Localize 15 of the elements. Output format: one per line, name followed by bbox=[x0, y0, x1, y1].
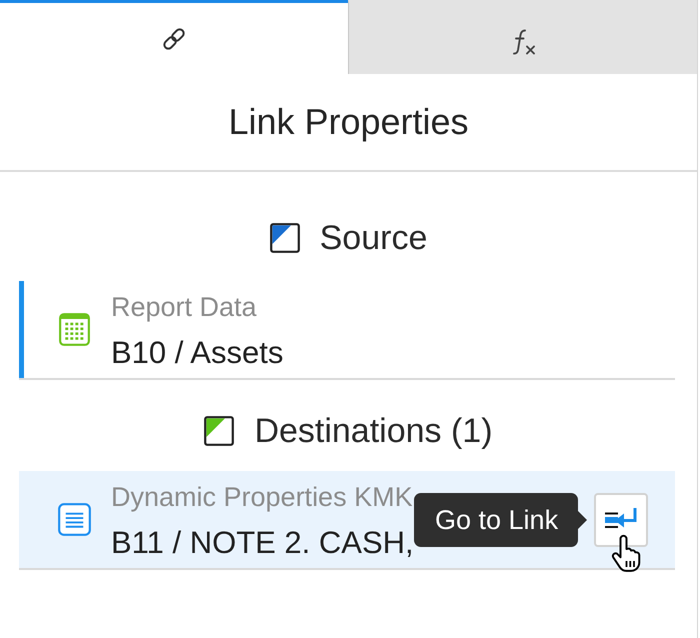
link-row[interactable]: Report Data B10 / Assets bbox=[19, 281, 675, 380]
panel-title: Link Properties bbox=[228, 101, 469, 143]
go-to-link-button[interactable] bbox=[594, 492, 648, 546]
sheet-name: Report Data bbox=[111, 291, 257, 323]
spreadsheet-icon bbox=[58, 313, 91, 346]
section-heading: Destinations (1) bbox=[254, 411, 493, 451]
tooltip: Go to Link bbox=[414, 493, 588, 547]
sheet-name: Dynamic Properties KMK bbox=[111, 481, 413, 513]
link-row[interactable]: Dynamic Properties KMK B11 / NOTE 2. CASH, Go to Link bbox=[19, 471, 675, 570]
document-icon bbox=[58, 503, 91, 536]
cell-reference: B11 / NOTE 2. CASH, bbox=[111, 524, 414, 562]
split-square-icon bbox=[270, 223, 300, 253]
cell-reference: B10 / Assets bbox=[111, 334, 284, 372]
section-heading: Source bbox=[320, 218, 428, 258]
split-square-icon bbox=[204, 416, 234, 446]
